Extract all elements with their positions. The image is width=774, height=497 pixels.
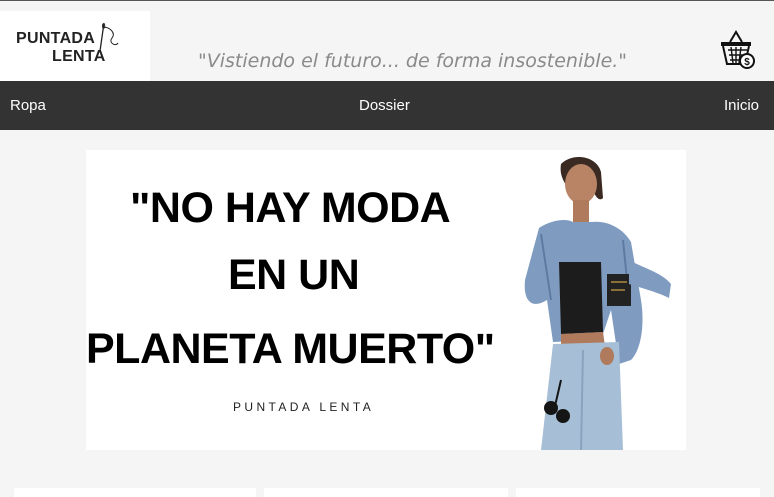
tagline: "Vistiendo el futuro... de forma insoste…: [198, 50, 628, 72]
logo-text-line1: PUNTADA: [16, 30, 96, 47]
nav-item-inicio[interactable]: Inicio: [724, 97, 759, 114]
quote-line-1: "NO HAY MODA: [130, 184, 451, 232]
nav-item-dossier[interactable]: Dossier: [359, 97, 410, 114]
banner-brand-caption: PUNTADA LENTA: [233, 400, 375, 414]
main-nav: Ropa Dossier Inicio: [0, 81, 774, 130]
logo[interactable]: PUNTADA LENTA: [0, 11, 150, 81]
quote-line-3: PLANETA MUERTO": [86, 325, 495, 373]
model-photo: [524, 157, 671, 450]
product-card[interactable]: [264, 488, 508, 497]
shopping-basket-dollar-icon[interactable]: $: [718, 28, 756, 70]
nav-item-ropa[interactable]: Ropa: [10, 97, 46, 114]
needle-thread-icon: [99, 22, 119, 52]
product-card[interactable]: [516, 488, 760, 497]
hero-banner: "NO HAY MODA EN UN PLANETA MUERTO" PUNTA…: [86, 150, 686, 450]
svg-text:$: $: [744, 57, 750, 68]
product-card[interactable]: [14, 488, 256, 497]
site-header: PUNTADA LENTA "Vistiendo el futuro... de…: [0, 1, 774, 81]
quote-line-2: EN UN: [228, 251, 360, 299]
